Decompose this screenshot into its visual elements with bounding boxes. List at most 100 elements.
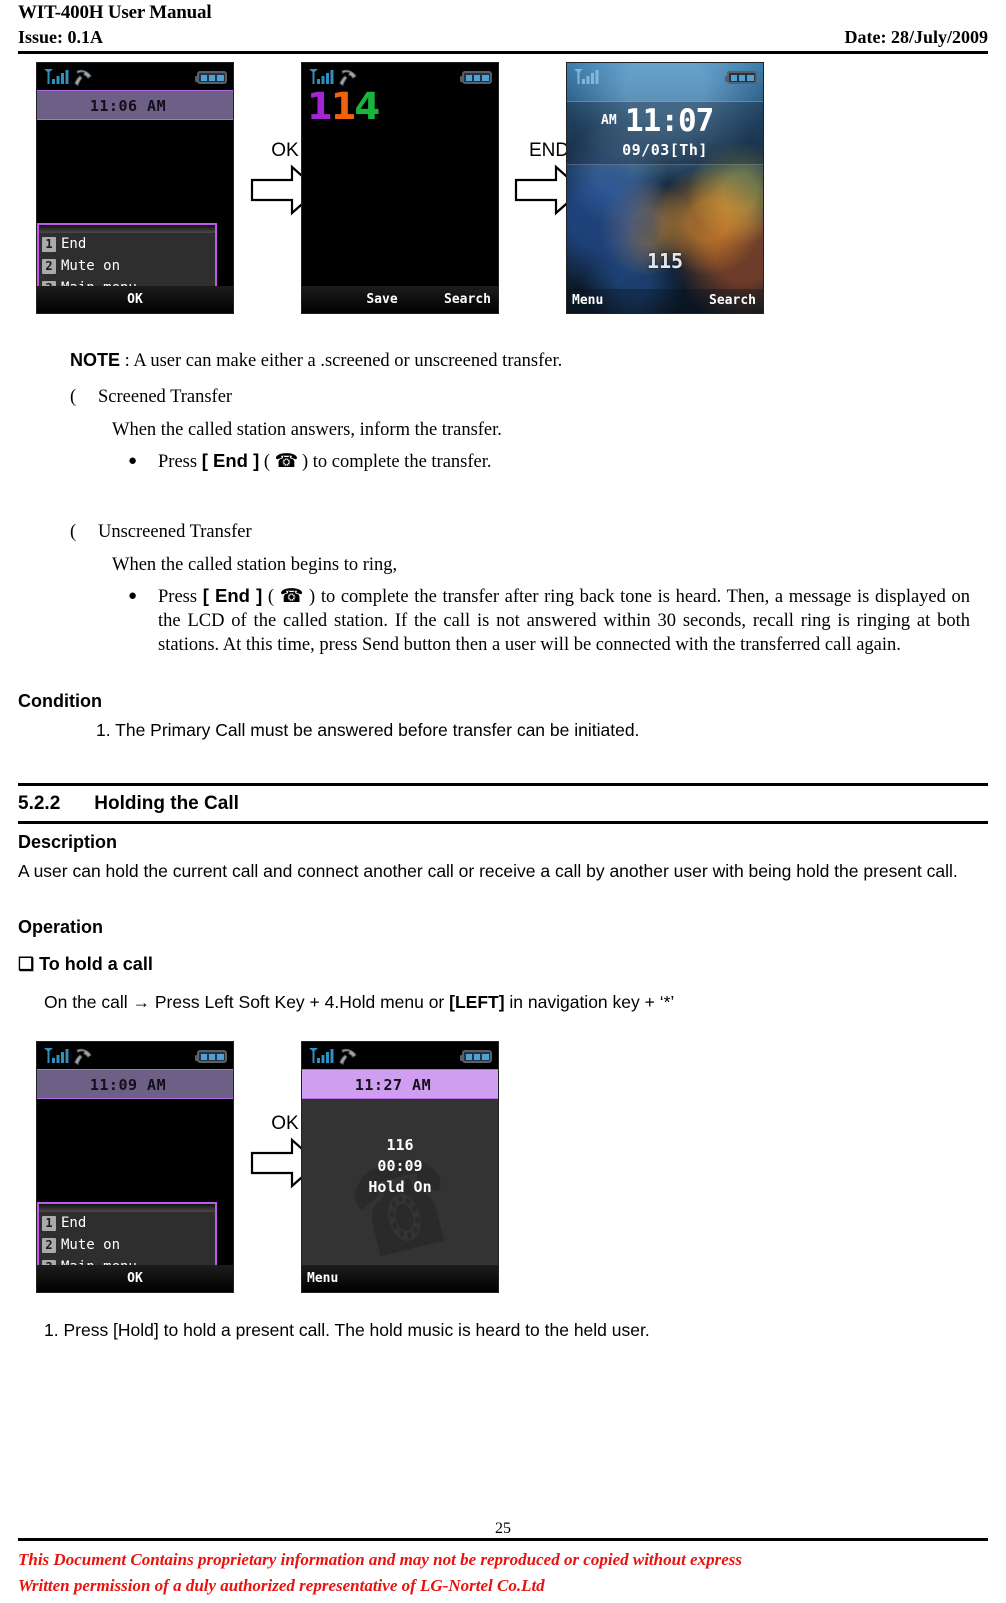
softkey-menu: Menu (572, 293, 604, 308)
idle-ampm: AM (601, 113, 617, 128)
status-bar (302, 1042, 498, 1069)
end-call-icon: ☎ (279, 586, 305, 607)
handset-icon (339, 1048, 357, 1065)
hold-duration: 00:09 (377, 1157, 423, 1175)
hold-call-body: ☎ 116 00:09 Hold On (302, 1099, 498, 1292)
figure-hold-screens: 11:09 AM 1 End 2 Mute on 3 Main menu 4 H… (18, 1041, 988, 1293)
document-footer: 25 This Document Contains proprietary in… (18, 1518, 988, 1599)
page-number: 25 (495, 1520, 511, 1537)
battery-icon (725, 71, 757, 84)
to-hold-a-call-text: On the call → Press Left Soft Key + 4.Ho… (44, 987, 988, 1018)
copyright-line-1: This Document Contains proprietary infor… (18, 1550, 742, 1569)
menu-item-number: 1 (42, 1215, 56, 1231)
menu-item-label: End (61, 1215, 87, 1231)
status-bar (567, 63, 763, 90)
softkey-menu: Menu (307, 1271, 339, 1286)
description-text: A user can hold the current call and con… (18, 861, 958, 881)
status-bar (37, 63, 233, 90)
idle-extension: 115 (646, 249, 684, 273)
manual-title: WIT-400H User Manual (18, 2, 212, 23)
softkey-search: Search (444, 292, 491, 307)
call-time-bar: 11:09 AM (37, 1069, 233, 1099)
softkey-bar: Save Search (302, 286, 498, 313)
left-key-label: [LEFT] (449, 992, 505, 1012)
bullet-dot-icon: ● (128, 453, 138, 469)
screened-transfer-bullet: ● Press [ End ] ( ☎ ) to complete the tr… (128, 450, 492, 472)
screened-transfer-title: Screened Transfer (98, 387, 233, 407)
unscreened-transfer-bullet: ● Press [ End ] ( ☎ ) to complete the tr… (128, 585, 971, 655)
handset-icon (74, 69, 92, 86)
tohold-post-text: in navigation key + ‘*’ (504, 992, 675, 1012)
note-block: NOTE : A user can make either a .screene… (70, 350, 988, 372)
phone-screen-hold-menu: 11:09 AM 1 End 2 Mute on 3 Main menu 4 H… (36, 1041, 234, 1293)
condition-heading: Condition (18, 691, 102, 711)
issue-label: Issue: 0.1A (18, 27, 104, 47)
battery-icon (460, 1050, 492, 1063)
menu-titlebar (39, 1204, 215, 1212)
status-bar (37, 1042, 233, 1069)
call-time-bar: 11:06 AM (37, 90, 233, 120)
menu-item-number: 1 (42, 236, 56, 252)
footer-rule (18, 1538, 988, 1541)
section-number: 5.2.2 (18, 793, 61, 814)
menu-item: 1 End (39, 233, 215, 255)
idle-clock: 11:07 (625, 103, 714, 139)
softkey-ok: OK (127, 1271, 143, 1286)
note-text: : A user can make either a .screened or … (120, 351, 563, 371)
menu-item-label: Mute on (61, 1237, 121, 1253)
signal-icon (309, 69, 334, 84)
copyright-line-2: Written permission of a duly authorized … (18, 1576, 545, 1595)
end-key-label: [ End ] (202, 585, 263, 606)
menu-item-number: 2 (42, 1237, 56, 1253)
softkey-save: Save (366, 292, 398, 307)
softkey-bar: OK (37, 286, 233, 313)
description-heading: Description (18, 832, 118, 852)
handset-icon (339, 69, 357, 86)
menu-item-number: 2 (42, 258, 56, 274)
handset-icon (74, 1048, 92, 1065)
menu-item: 2 Mute on (39, 255, 215, 277)
menu-titlebar (39, 225, 215, 233)
battery-icon (195, 71, 227, 84)
unscreened-transfer-heading: ( Unscreened Transfer (70, 522, 988, 543)
note-label: NOTE (70, 350, 121, 370)
bullet-pre-text: Press (158, 587, 203, 607)
dialed-number: 114 (307, 85, 381, 128)
section-title: Holding the Call (94, 793, 239, 814)
phone-screen-dial: 114 Save Search (301, 62, 499, 314)
battery-icon (460, 71, 492, 84)
section-heading: 5.2.2 Holding the Call (18, 786, 988, 821)
end-call-icon: ☎ (274, 451, 299, 472)
softkey-bar: Menu (302, 1265, 498, 1292)
bullet-pre-text: Press (158, 452, 202, 472)
tohold-pre-text: On the call → Press Left Soft Key + 4.Ho… (44, 992, 450, 1012)
header-rule (18, 51, 988, 54)
menu-item: 2 Mute on (39, 1234, 215, 1256)
date-label: Date: 28/July/2009 (844, 27, 989, 47)
bullet-paren: ( (70, 387, 77, 407)
signal-icon (44, 1048, 69, 1063)
phone-screen-incall-menu: 11:06 AM 1 End 2 Mute on 3 Main menu 4 H… (36, 62, 234, 314)
section-rule-bottom (18, 821, 988, 824)
idle-date: 09/03[Th] (622, 141, 708, 159)
unscreened-transfer-title: Unscreened Transfer (98, 522, 252, 542)
signal-icon (574, 69, 599, 84)
hold-status-text: Hold On (368, 1178, 432, 1196)
screened-transfer-heading: ( Screened Transfer (70, 387, 988, 408)
phone-screen-hold-on: 11:27 AM ☎ 116 00:09 Hold On Menu (301, 1041, 499, 1293)
document-page: WIT-400H User Manual Issue: 0.1A Date: 2… (0, 2, 1006, 1603)
figure-transfer-screens: 11:06 AM 1 End 2 Mute on 3 Main menu 4 H… (18, 62, 988, 320)
menu-item-label: Mute on (61, 258, 121, 274)
bullet-post-text: ) to complete the transfer. (297, 452, 492, 472)
signal-icon (309, 1048, 334, 1063)
battery-icon (195, 1050, 227, 1063)
softkey-ok: OK (127, 292, 143, 307)
screened-transfer-line: When the called station answers, inform … (112, 420, 502, 440)
softkey-bar: OK (37, 1265, 233, 1292)
figure-caption: 1. Press [Hold] to hold a present call. … (44, 1320, 650, 1340)
bullet-paren: ( (70, 522, 77, 542)
dialed-digit: 1 (307, 85, 333, 128)
softkey-search: Search (709, 293, 756, 308)
dialed-digit: 4 (354, 85, 381, 128)
dialed-digit: 1 (330, 85, 357, 128)
